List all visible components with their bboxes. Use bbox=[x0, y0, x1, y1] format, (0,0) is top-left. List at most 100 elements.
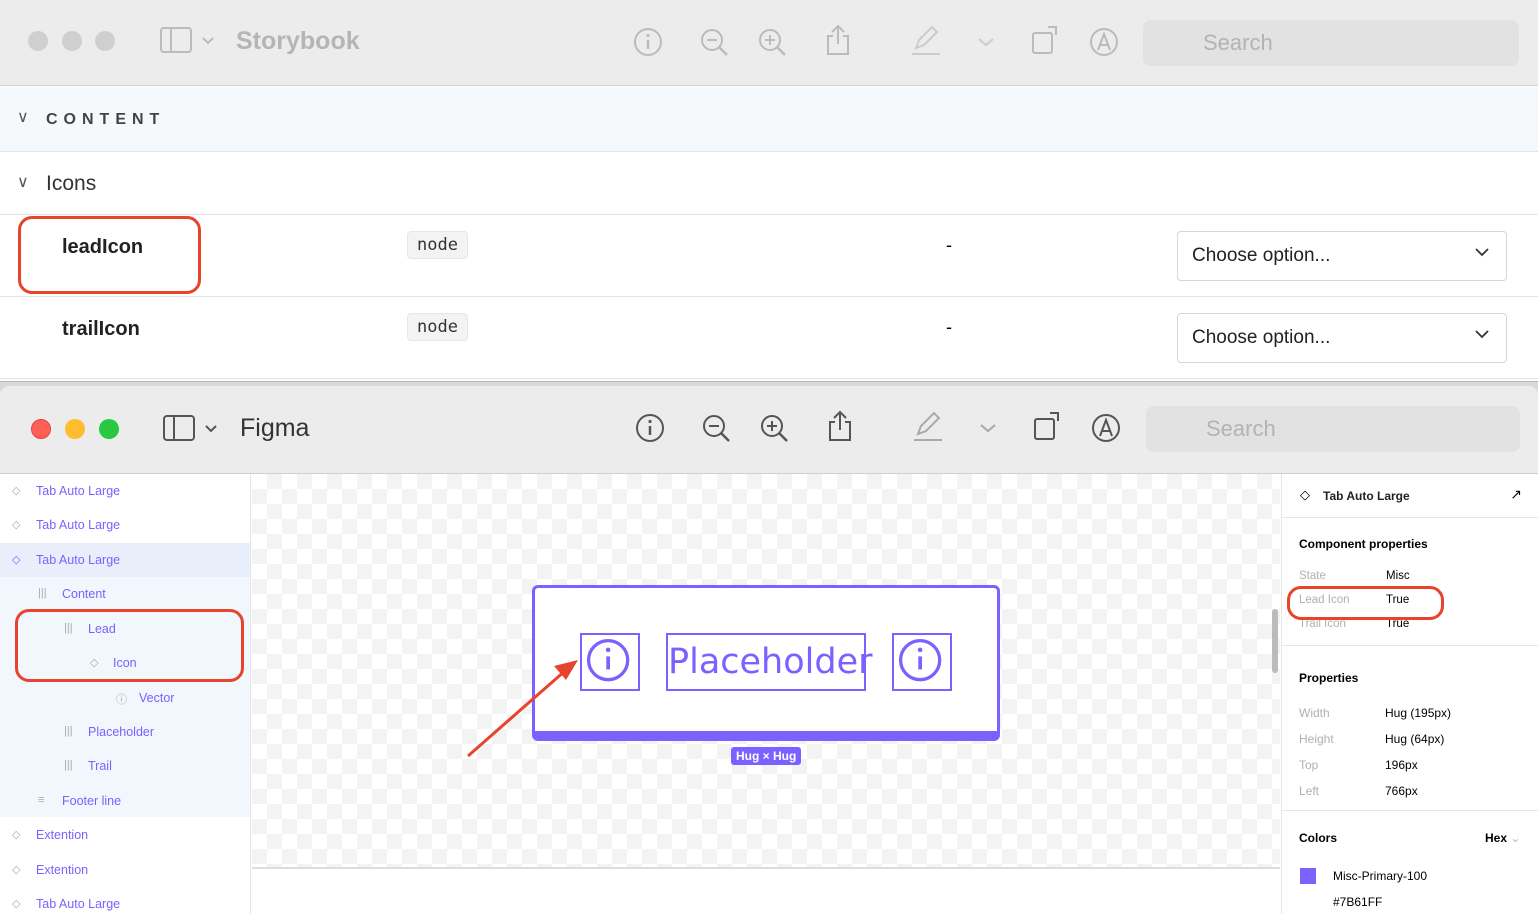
go-to-main-component-icon[interactable]: ↗ bbox=[1510, 486, 1522, 503]
title-bar: Storybook Search bbox=[0, 0, 1538, 86]
prop-label: State bbox=[1299, 570, 1326, 582]
close-button[interactable] bbox=[28, 31, 48, 51]
layer-label: Footer line bbox=[62, 794, 122, 808]
title-bar: Figma Search bbox=[0, 386, 1538, 474]
maximize-button[interactable] bbox=[95, 31, 115, 51]
layer-label: Extention bbox=[36, 828, 89, 842]
layer-item[interactable]: ◇ Tab Auto Large bbox=[0, 887, 250, 914]
layer-item[interactable]: ⓘ Vector bbox=[0, 681, 250, 715]
layer-item[interactable]: ◇ Tab Auto Large bbox=[0, 474, 250, 508]
section-title: Colors bbox=[1299, 831, 1338, 845]
chevron-down-icon bbox=[1474, 326, 1490, 348]
scrollbar[interactable] bbox=[1272, 609, 1278, 673]
markup-icon[interactable] bbox=[1088, 26, 1120, 58]
layer-item[interactable]: ◇ Tab Auto Large bbox=[0, 508, 250, 542]
arg-type-badge: node bbox=[407, 231, 468, 259]
layer-label: Tab Auto Large bbox=[36, 484, 121, 498]
zoom-out-icon[interactable] bbox=[700, 412, 732, 444]
prop-label: Left bbox=[1299, 784, 1320, 798]
select-value: Choose option... bbox=[1192, 327, 1331, 348]
layer-label: Tab Auto Large bbox=[36, 553, 121, 567]
annotation-highlight bbox=[18, 216, 201, 294]
arg-default: - bbox=[946, 317, 952, 337]
markup-icon[interactable] bbox=[1090, 412, 1122, 444]
selection-header: ◇ Tab Auto Large ↗ bbox=[1282, 474, 1538, 518]
chevron-down-icon: ∨ bbox=[17, 174, 29, 191]
properties-panel: ◇ Tab Auto Large ↗ Component properties … bbox=[1281, 474, 1538, 914]
group-header-icons[interactable]: ∨ Icons bbox=[0, 152, 1538, 215]
annotation-highlight bbox=[15, 609, 244, 682]
layer-item[interactable]: ◇ Extention bbox=[0, 853, 250, 887]
layer-item[interactable]: ◇ Tab Auto Large bbox=[0, 543, 250, 577]
group-title: Icons bbox=[46, 172, 97, 195]
share-icon[interactable] bbox=[822, 24, 854, 56]
prop-value[interactable]: Misc bbox=[1386, 570, 1410, 582]
chevron-down-icon[interactable] bbox=[972, 412, 1004, 444]
arg-default: - bbox=[946, 235, 952, 255]
minimize-button[interactable] bbox=[65, 419, 85, 439]
color-name: Misc-Primary-100 bbox=[1333, 869, 1428, 883]
color-format-value: Hex bbox=[1485, 831, 1508, 845]
info-icon bbox=[586, 638, 630, 682]
color-hex: #7B61FF bbox=[1333, 895, 1383, 909]
prop-label: Top bbox=[1299, 758, 1319, 772]
section-title: Properties bbox=[1299, 671, 1359, 685]
layer-label: Vector bbox=[139, 691, 175, 705]
layer-label: Tab Auto Large bbox=[36, 897, 121, 911]
annotation-highlight bbox=[1287, 586, 1444, 620]
rotate-icon[interactable] bbox=[1030, 24, 1062, 56]
layer-label: Extention bbox=[36, 863, 89, 877]
layer-item[interactable]: ◇ Extention bbox=[0, 818, 250, 852]
canvas[interactable]: Placeholder Hug × Hug bbox=[252, 474, 1280, 869]
chevron-down-icon[interactable] bbox=[970, 26, 1002, 58]
arg-name: trailIcon bbox=[62, 318, 140, 340]
window-title: Figma bbox=[240, 414, 310, 442]
chevron-down-icon: ⌄ bbox=[1510, 831, 1521, 845]
color-format-select[interactable]: Hex ⌄ bbox=[1485, 831, 1520, 845]
component-icon: ◇ bbox=[1300, 487, 1310, 502]
prop-value: Hug (64px) bbox=[1385, 732, 1445, 746]
search-input[interactable]: Search bbox=[1143, 20, 1519, 66]
info-icon[interactable] bbox=[632, 26, 664, 58]
layer-item[interactable]: ||| Content bbox=[0, 577, 250, 611]
control-select[interactable]: Choose option... bbox=[1177, 231, 1507, 281]
markup-pen-icon[interactable] bbox=[912, 410, 944, 442]
selected-layer-name: Tab Auto Large bbox=[1323, 489, 1410, 503]
section-title: CONTENT bbox=[46, 111, 166, 128]
trail-icon-frame[interactable] bbox=[892, 633, 952, 691]
sidebar-toggle-icon[interactable] bbox=[163, 413, 219, 445]
component-frame[interactable]: Placeholder bbox=[532, 585, 1000, 741]
section-title: Component properties bbox=[1299, 537, 1428, 551]
figma-window: Figma Search ◇ Tab Auto Large ◇ Tab Auto L… bbox=[0, 386, 1538, 914]
prop-value: 196px bbox=[1385, 758, 1418, 772]
close-button[interactable] bbox=[31, 419, 51, 439]
layer-item[interactable]: ≡ Footer line bbox=[0, 784, 250, 818]
markup-pen-icon[interactable] bbox=[910, 24, 942, 56]
minimize-button[interactable] bbox=[62, 31, 82, 51]
zoom-in-icon[interactable] bbox=[758, 412, 790, 444]
chevron-down-icon bbox=[1474, 244, 1490, 266]
lead-icon-frame[interactable] bbox=[580, 633, 640, 691]
info-icon bbox=[898, 638, 942, 682]
prop-label: Height bbox=[1299, 732, 1334, 746]
rotate-icon[interactable] bbox=[1032, 410, 1064, 442]
layer-label: Content bbox=[62, 587, 106, 601]
color-swatch[interactable] bbox=[1300, 868, 1316, 884]
sidebar-toggle-icon[interactable] bbox=[160, 25, 216, 57]
maximize-button[interactable] bbox=[99, 419, 119, 439]
search-placeholder: Search bbox=[1203, 30, 1273, 55]
control-select[interactable]: Choose option... bbox=[1177, 313, 1507, 363]
search-input[interactable]: Search bbox=[1146, 406, 1520, 452]
arg-type-badge: node bbox=[407, 313, 468, 341]
placeholder-text[interactable]: Placeholder bbox=[666, 633, 873, 691]
divider bbox=[1282, 810, 1538, 811]
layer-item[interactable]: ||| Trail bbox=[0, 749, 250, 783]
layer-item[interactable]: ||| Placeholder bbox=[0, 715, 250, 749]
search-placeholder: Search bbox=[1206, 416, 1276, 441]
info-icon[interactable] bbox=[634, 412, 666, 444]
zoom-in-icon[interactable] bbox=[756, 26, 788, 58]
section-header-content[interactable]: ∨ CONTENT bbox=[0, 87, 1538, 152]
share-icon[interactable] bbox=[824, 410, 856, 442]
layer-label: Trail bbox=[88, 759, 112, 773]
zoom-out-icon[interactable] bbox=[698, 26, 730, 58]
